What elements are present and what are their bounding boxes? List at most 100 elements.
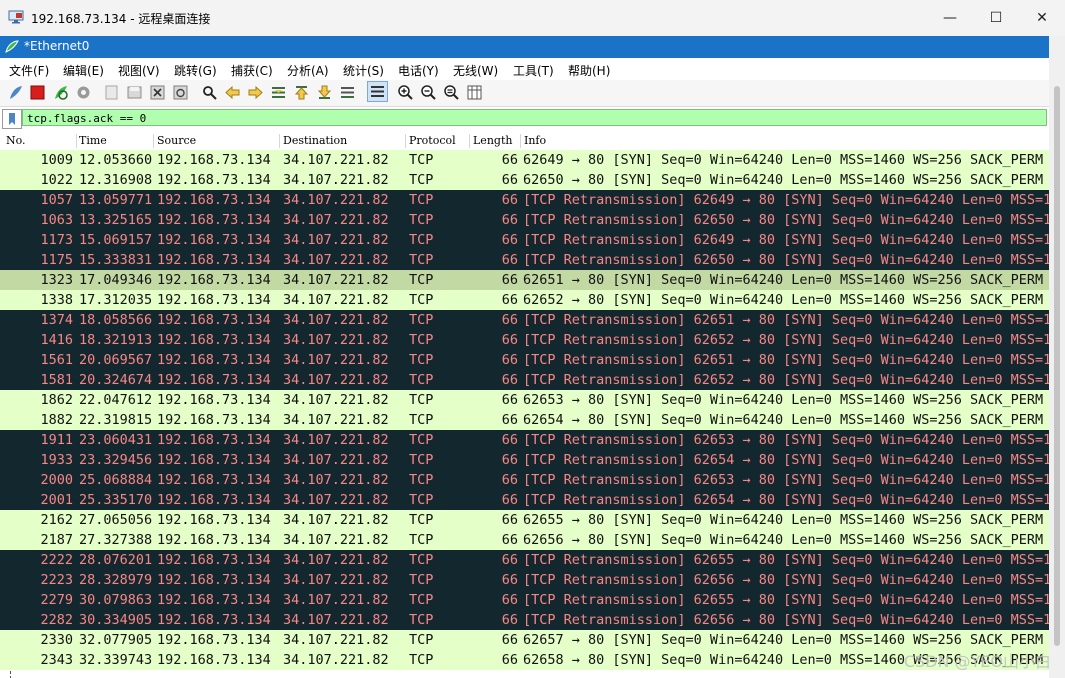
packet-row[interactable]: 1581 20.324674 192.168.73.134 34.107.221.82…: [0, 370, 1049, 390]
menu-file[interactable]: 文件(F): [9, 62, 49, 79]
packet-row[interactable]: 2187 27.327388 192.168.73.134 34.107.221.82…: [0, 530, 1049, 550]
packet-protocol: TCP: [409, 492, 434, 508]
menu-wireless[interactable]: 无线(W): [453, 62, 498, 79]
menu-bar: 文件(F) 编辑(E) 视图(V) 跳转(G) 捕获(C) 分析(A) 统计(S…: [0, 58, 1049, 80]
packet-length: 66: [501, 212, 518, 228]
autoscroll-icon[interactable]: [339, 84, 356, 101]
packet-protocol: TCP: [409, 332, 434, 348]
open-file-icon[interactable]: [103, 84, 120, 101]
go-to-packet-icon[interactable]: [270, 84, 287, 101]
zoom-normal-icon[interactable]: [443, 84, 460, 101]
packet-row[interactable]: 2162 27.065056 192.168.73.134 34.107.221.82…: [0, 510, 1049, 530]
vertical-scrollbar[interactable]: [1049, 36, 1065, 678]
save-file-icon[interactable]: [126, 84, 143, 101]
packet-row[interactable]: 1173 15.069157 192.168.73.134 34.107.221.82…: [0, 230, 1049, 250]
close-button[interactable]: ✕: [1019, 0, 1065, 36]
column-header-no[interactable]: No.: [2, 134, 77, 148]
column-header-source[interactable]: Source: [153, 134, 280, 148]
menu-edit[interactable]: 编辑(E): [63, 62, 104, 79]
packet-row[interactable]: 2279 30.079863 192.168.73.134 34.107.221.82…: [0, 590, 1049, 610]
packet-row[interactable]: 1338 17.312035 192.168.73.134 34.107.221.82…: [0, 290, 1049, 310]
column-header-length[interactable]: Length: [469, 134, 521, 148]
capture-options-icon[interactable]: [75, 84, 92, 101]
packet-source: 192.168.73.134: [157, 392, 271, 408]
packet-info: [TCP Retransmission] 62653 → 80 [SYN] Se…: [523, 472, 1049, 488]
packet-length: 66: [501, 372, 518, 388]
packet-time: 27.065056: [79, 512, 153, 528]
packet-row[interactable]: 1416 18.321913 192.168.73.134 34.107.221.82…: [0, 330, 1049, 350]
packet-length: 66: [501, 332, 518, 348]
packet-length: 66: [501, 492, 518, 508]
packet-row[interactable]: 1911 23.060431 192.168.73.134 34.107.221.82…: [0, 430, 1049, 450]
packet-row[interactable]: 2222 28.076201 192.168.73.134 34.107.221.82…: [0, 550, 1049, 570]
column-header-info[interactable]: Info: [520, 134, 1044, 148]
packet-destination: 34.107.221.82: [283, 352, 389, 368]
menu-analyze[interactable]: 分析(A): [287, 62, 329, 79]
packet-row[interactable]: 2000 25.068884 192.168.73.134 34.107.221.82…: [0, 470, 1049, 490]
reload-file-icon[interactable]: [172, 84, 189, 101]
restart-capture-icon[interactable]: [52, 84, 69, 101]
column-header-destination[interactable]: Destination: [279, 134, 406, 148]
packet-row[interactable]: 1882 22.319815 192.168.73.134 34.107.221.82…: [0, 410, 1049, 430]
packet-row[interactable]: 1022 12.316908 192.168.73.134 34.107.221.82…: [0, 170, 1049, 190]
packet-row[interactable]: 2343 32.339743 192.168.73.134 34.107.221.82…: [0, 650, 1049, 670]
packet-source: 192.168.73.134: [157, 332, 271, 348]
filter-bookmark-icon[interactable]: [2, 109, 22, 129]
packet-number: 2343: [40, 652, 73, 668]
packet-row[interactable]: 1323 17.049346 192.168.73.134 34.107.221.82…: [0, 270, 1049, 290]
minimize-button[interactable]: —: [927, 0, 973, 36]
packet-destination: 34.107.221.82: [283, 652, 389, 668]
packet-row[interactable]: 1374 18.058566 192.168.73.134 34.107.221.82…: [0, 310, 1049, 330]
column-header-protocol[interactable]: Protocol: [405, 134, 470, 148]
scrollbar-thumb[interactable]: [1054, 86, 1060, 646]
stop-capture-icon[interactable]: [29, 84, 46, 101]
packet-row[interactable]: 1862 22.047612 192.168.73.134 34.107.221.82…: [0, 390, 1049, 410]
packet-time: 23.060431: [79, 432, 153, 448]
packet-row[interactable]: 2223 28.328979 192.168.73.134 34.107.221.82…: [0, 570, 1049, 590]
menu-help[interactable]: 帮助(H): [568, 62, 610, 79]
resize-columns-icon[interactable]: [466, 84, 483, 101]
menu-view[interactable]: 视图(V): [118, 62, 160, 79]
zoom-in-icon[interactable]: [397, 84, 414, 101]
close-file-icon[interactable]: [149, 84, 166, 101]
start-capture-icon[interactable]: [7, 84, 24, 101]
maximize-button[interactable]: ☐: [973, 0, 1019, 36]
packet-destination: 34.107.221.82: [283, 192, 389, 208]
first-packet-icon[interactable]: [293, 84, 310, 101]
go-back-icon[interactable]: [224, 84, 241, 101]
column-header-time[interactable]: Time: [75, 134, 154, 148]
packet-list[interactable]: 1009 12.053660 192.168.73.134 34.107.221.82…: [0, 150, 1049, 678]
packet-row[interactable]: 1057 13.059771 192.168.73.134 34.107.221.82…: [0, 190, 1049, 210]
packet-protocol: TCP: [409, 312, 434, 328]
packet-info: 62650 → 80 [SYN] Seq=0 Win=64240 Len=0 M…: [523, 172, 1044, 188]
packet-protocol: TCP: [409, 192, 434, 208]
packet-time: 23.329456: [79, 452, 153, 468]
menu-telephony[interactable]: 电话(Y): [398, 62, 439, 79]
menu-statistics[interactable]: 统计(S): [343, 62, 384, 79]
last-packet-icon[interactable]: [316, 84, 333, 101]
packet-row[interactable]: 1063 13.325165 192.168.73.134 34.107.221.82…: [0, 210, 1049, 230]
packet-row[interactable]: 2001 25.335170 192.168.73.134 34.107.221.82…: [0, 490, 1049, 510]
packet-destination: 34.107.221.82: [283, 292, 389, 308]
menu-capture[interactable]: 捕获(C): [231, 62, 273, 79]
packet-source: 192.168.73.134: [157, 652, 271, 668]
packet-row[interactable]: 1175 15.333831 192.168.73.134 34.107.221.82…: [0, 250, 1049, 270]
packet-row[interactable]: 2330 32.077905 192.168.73.134 34.107.221.82…: [0, 630, 1049, 650]
packet-time: 30.079863: [79, 592, 153, 608]
packet-length: 66: [501, 352, 518, 368]
packet-length: 66: [501, 572, 518, 588]
packet-destination: 34.107.221.82: [283, 472, 389, 488]
packet-row[interactable]: 1933 23.329456 192.168.73.134 34.107.221.82…: [0, 450, 1049, 470]
packet-row[interactable]: 1561 20.069567 192.168.73.134 34.107.221.82…: [0, 350, 1049, 370]
packet-time: 15.333831: [79, 252, 153, 268]
packet-source: 192.168.73.134: [157, 552, 271, 568]
menu-tools[interactable]: 工具(T): [513, 62, 554, 79]
zoom-out-icon[interactable]: [420, 84, 437, 101]
packet-row[interactable]: 1009 12.053660 192.168.73.134 34.107.221.82…: [0, 150, 1049, 170]
packet-row[interactable]: 2282 30.334905 192.168.73.134 34.107.221.82…: [0, 610, 1049, 630]
find-packet-icon[interactable]: [201, 84, 218, 101]
colorize-icon[interactable]: [367, 81, 388, 102]
display-filter-input[interactable]: tcp.flags.ack == 0: [22, 109, 1047, 126]
menu-go[interactable]: 跳转(G): [174, 62, 217, 79]
go-forward-icon[interactable]: [247, 84, 264, 101]
